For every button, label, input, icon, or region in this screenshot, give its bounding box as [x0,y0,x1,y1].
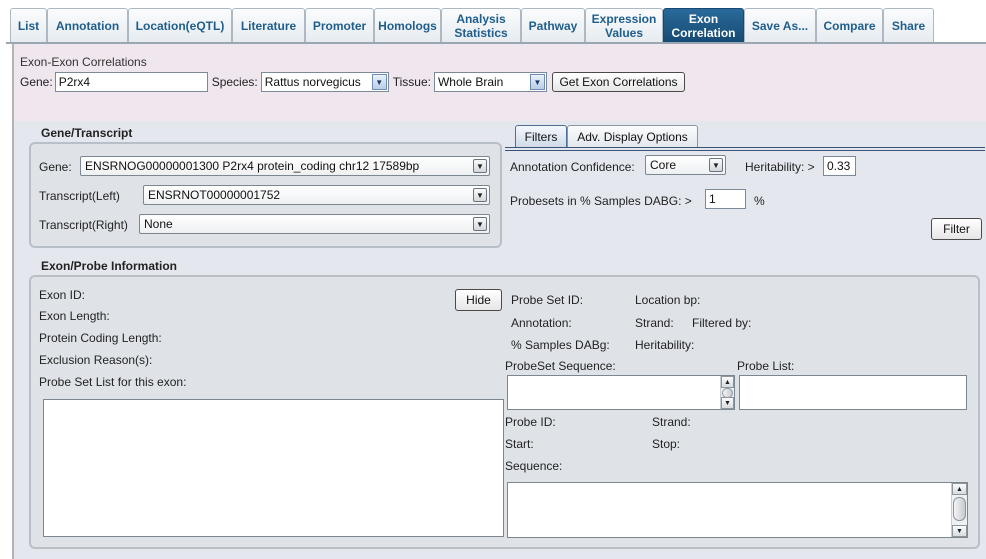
probe-id-label: Probe ID: [505,415,556,429]
probe-list-box[interactable] [739,375,967,410]
probe-set-list-box[interactable] [43,399,504,537]
filtered-by-label: Filtered by: [692,316,752,330]
annotation-confidence-select[interactable]: Core ▼ [645,155,726,175]
chevron-down-icon[interactable]: ▼ [709,158,723,172]
tab-exon-correlation[interactable]: Exon Correlation [663,8,744,43]
chevron-down-icon[interactable]: ▼ [529,74,545,90]
tissue-label: Tissue: [392,75,431,89]
start-label: Start: [505,437,534,451]
tab-annotation[interactable]: Annotation [47,8,128,43]
tab-promoter[interactable]: Promoter [305,8,374,43]
stop-label: Stop: [652,437,681,451]
probe-strand-label: Strand: [652,415,691,429]
dabg-label: Probesets in % Samples DABG: > [510,194,692,208]
probeset-sequence-label: ProbeSet Sequence: [505,359,616,373]
filters-tab-divider [505,150,985,151]
tab-homologs[interactable]: Homologs [374,8,441,43]
probeset-sequence-box[interactable]: ▲ ▼ [507,375,735,410]
hide-button[interactable]: Hide [455,289,502,311]
tab-filters[interactable]: Filters [515,125,567,147]
main-tab-bar: List Annotation Location(eQTL) Literatur… [6,0,982,43]
species-value: Rattus norvegicus [264,75,361,89]
arrow-up-icon[interactable]: ▲ [721,376,734,388]
gene-transcript-header: Gene/Transcript [41,126,133,140]
gene-select-value: ENSRNOG00000001300 P2rx4 protein_coding … [85,159,420,173]
tab-compare[interactable]: Compare [816,8,883,43]
dabg-unit: % [754,194,765,208]
gene-label: Gene: [20,75,53,89]
gene-transcript-group: Gene: ENSRNOG00000001300 P2rx4 protein_c… [29,142,502,248]
search-row: Gene: P2rx4 Species: Rattus norvegicus ▼… [20,71,685,93]
tab-save-as[interactable]: Save As... [744,8,816,43]
tab-share[interactable]: Share [883,8,934,43]
species-label: Species: [211,75,258,89]
transcript-right-select[interactable]: None ▼ [139,214,490,234]
arrow-up-icon[interactable]: ▲ [952,483,967,495]
scroll-thumb[interactable] [953,497,966,521]
tab-list[interactable]: List [10,8,47,43]
species-select[interactable]: Rattus norvegicus ▼ [260,72,389,92]
section-title: Exon-Exon Correlations [20,55,147,69]
annotation-confidence-label: Annotation Confidence: [510,160,635,174]
transcript-left-label: Transcript(Left) [39,189,120,203]
transcript-left-value: ENSRNOT00000001752 [148,188,281,202]
tissue-select[interactable]: Whole Brain ▼ [433,72,547,92]
chevron-down-icon[interactable]: ▼ [473,159,487,173]
arrow-down-icon[interactable]: ▼ [721,397,734,409]
exclusion-reasons-label: Exclusion Reason(s): [39,353,153,367]
probeset-sequence-scrollbar[interactable]: ▲ ▼ [720,376,734,409]
tab-location-eqtl[interactable]: Location(eQTL) [128,8,232,43]
tissue-value: Whole Brain [437,75,504,89]
exon-id-label: Exon ID: [39,288,86,302]
tab-expression-values[interactable]: Expression Values [585,8,663,43]
annotation-label: Annotation: [511,316,572,330]
probe-list-label: Probe List: [737,359,795,373]
tab-adv-display-options[interactable]: Adv. Display Options [567,125,698,147]
tab-analysis-statistics[interactable]: Analysis Statistics [441,8,521,43]
filters-tab-divider [505,147,985,148]
probe-sequence-box[interactable]: ▲ ▼ [507,482,968,538]
exon-probe-header: Exon/Probe Information [41,259,178,273]
gene-input[interactable]: P2rx4 [54,72,208,92]
chevron-down-icon[interactable]: ▼ [473,217,487,231]
heritability-info-label: Heritability: [635,338,695,352]
location-bp-label: Location bp: [635,293,701,307]
filter-button[interactable]: Filter [931,218,982,240]
probe-set-list-label: Probe Set List for this exon: [39,375,187,389]
samples-dabg-label: % Samples DABg: [511,338,610,352]
exon-correlation-search: Exon-Exon Correlations Gene: P2rx4 Speci… [14,44,986,121]
exon-probe-group: Exon ID: Exon Length: Protein Coding Len… [29,275,980,549]
transcript-left-select[interactable]: ENSRNOT00000001752 ▼ [143,185,490,205]
exon-correlation-panel: Exon-Exon Correlations Gene: P2rx4 Speci… [12,44,986,559]
probe-sequence-scrollbar[interactable]: ▲ ▼ [951,483,967,537]
transcript-right-value: None [144,217,173,231]
annotation-confidence-value: Core [650,158,677,172]
chevron-down-icon[interactable]: ▼ [473,188,487,202]
heritability-input[interactable]: 0.33 [823,156,856,176]
chevron-down-icon[interactable]: ▼ [371,74,387,90]
tab-literature[interactable]: Literature [232,8,305,43]
get-exon-correlations-button[interactable]: Get Exon Correlations [551,72,685,92]
gene-select-label: Gene: [39,160,72,174]
tab-pathway[interactable]: Pathway [521,8,585,43]
transcript-right-label: Transcript(Right) [39,218,128,232]
lower-content: Gene/Transcript Gene: ENSRNOG00000001300… [14,121,986,559]
sequence-label: Sequence: [505,459,563,473]
exon-length-label: Exon Length: [39,309,110,323]
probe-set-id-label: Probe Set ID: [511,293,584,307]
protein-coding-length-label: Protein Coding Length: [39,331,162,345]
gene-select[interactable]: ENSRNOG00000001300 P2rx4 protein_coding … [80,156,490,176]
strand-label: Strand: [635,316,674,330]
arrow-down-icon[interactable]: ▼ [952,525,967,537]
dabg-input[interactable]: 1 [705,189,746,209]
heritability-label: Heritability: > [745,160,815,174]
